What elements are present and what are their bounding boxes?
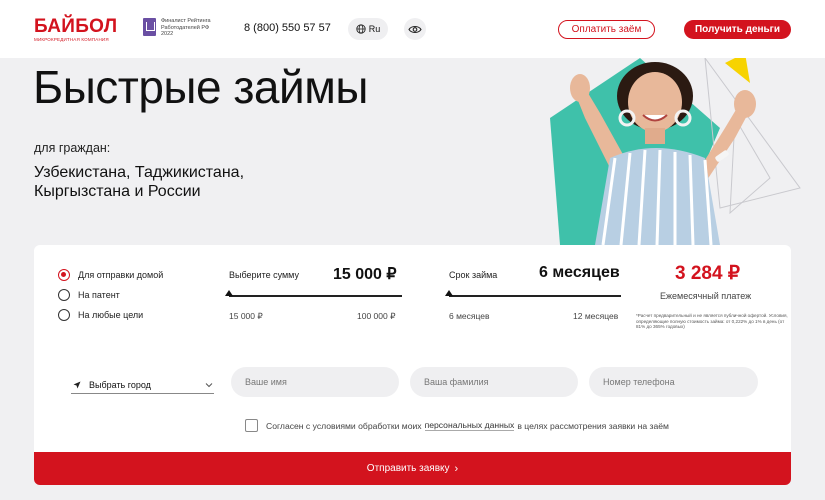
purpose-option-home[interactable]: Для отправки домой [58, 269, 163, 281]
last-name-input[interactable] [410, 367, 578, 397]
hero-woman-image [570, 62, 756, 245]
globe-icon [356, 24, 366, 34]
hero-subtitle: для граждан: [34, 141, 111, 155]
term-label: Срок займа [449, 270, 498, 280]
term-min: 6 месяцев [449, 311, 490, 321]
rating-icon [143, 18, 156, 36]
monthly-payment-label: Ежемесячный платеж [660, 291, 752, 301]
first-name-input[interactable] [231, 367, 399, 397]
language-switcher[interactable]: Ru [348, 18, 388, 40]
consent-checkbox[interactable] [245, 419, 258, 432]
get-money-button[interactable]: Получить деньги [684, 20, 791, 39]
logo-text: БАЙБОЛ [34, 16, 118, 37]
amount-min: 15 000 ₽ [229, 311, 263, 321]
loan-calculator-card: Для отправки домой На патент На любые це… [34, 245, 791, 485]
purpose-option-any[interactable]: На любые цели [58, 309, 143, 321]
consent-text: Согласен с условиями обработки моих [266, 420, 422, 431]
consent-text-end: в целях рассмотрения заявки на заём [517, 420, 669, 431]
page-title: Быстрые займы [33, 61, 368, 113]
language-label: Ru [368, 24, 381, 34]
radio-icon [58, 289, 70, 301]
term-slider-track[interactable] [449, 295, 621, 297]
logo-subtitle: микрокредитная компания [34, 37, 109, 42]
personal-data-link[interactable]: персональных данных [424, 420, 515, 431]
eye-icon [408, 25, 422, 33]
header: БАЙБОЛ микрокредитная компания Финалист … [0, 0, 825, 58]
purpose-option-patent[interactable]: На патент [58, 289, 120, 301]
submit-label: Отправить заявку [366, 463, 450, 474]
chevron-down-icon [205, 383, 213, 388]
amount-slider-handle[interactable] [225, 290, 233, 296]
logo[interactable]: БАЙБОЛ микрокредитная компания [34, 17, 117, 42]
pay-loan-button[interactable]: Оплатить заём [558, 20, 655, 39]
purpose-label: На любые цели [78, 310, 144, 320]
amount-value: 15 000 ₽ [333, 266, 397, 283]
rating-text: Финалист Рейтинга Работодателей РФ 2022 [161, 18, 211, 37]
amount-max: 100 000 ₽ [357, 311, 396, 321]
hero-countries: Узбекистана, Таджикистана, Кыргызстана и… [34, 164, 245, 200]
employer-rating-badge: Финалист Рейтинга Работодателей РФ 2022 [143, 18, 219, 38]
accessibility-button[interactable] [404, 18, 426, 40]
amount-label: Выберите сумму [229, 270, 299, 280]
disclaimer-text: *Расчет предварительный и не является пу… [636, 313, 788, 330]
chevron-right-icon: › [454, 462, 459, 475]
city-select-label: Выбрать город [89, 380, 151, 390]
term-max: 12 месяцев [573, 311, 619, 321]
submit-application-button[interactable]: Отправить заявку › [34, 452, 791, 485]
city-select[interactable]: Выбрать город [71, 377, 214, 394]
radio-selected-icon [58, 269, 70, 281]
term-slider-handle[interactable] [445, 290, 453, 296]
purpose-label: На патент [78, 290, 120, 300]
phone-input[interactable] [589, 367, 758, 397]
radio-icon [58, 309, 70, 321]
location-arrow-icon [73, 381, 81, 389]
monthly-payment-value: 3 284 ₽ [675, 263, 740, 284]
phone-number[interactable]: 8 (800) 550 57 57 [244, 22, 331, 34]
purpose-label: Для отправки домой [78, 270, 164, 280]
term-value: 6 месяцев [539, 264, 620, 281]
amount-slider-track[interactable] [229, 295, 402, 297]
consent-row: Согласен с условиями обработки моих перс… [245, 419, 669, 432]
